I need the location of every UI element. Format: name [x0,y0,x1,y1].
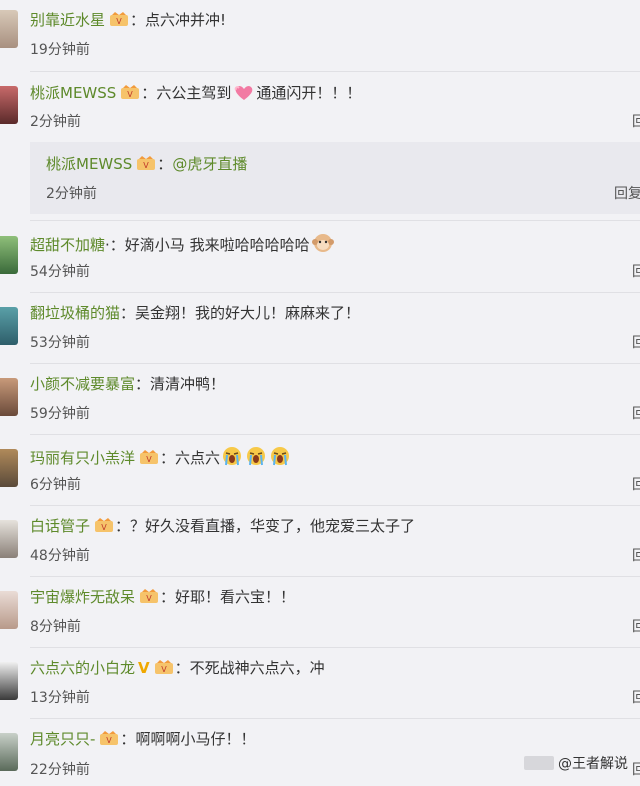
reply-button[interactable]: 回 [632,476,640,494]
avatar[interactable] [0,10,18,48]
member-badge-icon: V [109,11,129,27]
svg-text:V: V [101,523,107,532]
svg-text:V: V [107,736,113,745]
avatar[interactable] [0,662,18,700]
username[interactable]: 别靠近水星 [30,11,105,29]
timestamp: 53分钟前 [30,335,90,351]
comment-text: 吴金翔！我的好大儿！麻麻来了！ [135,304,361,322]
crying-emoji-icon [221,445,293,472]
comment-text: 清清冲鸭！ [150,375,226,393]
username[interactable]: 超甜不加糖 [30,236,105,254]
comment-1: 别靠近水星 V ：点六冲并冲! 19分钟前 [0,0,640,72]
comment-9: 六点六的小白龙 V V ：不死战神六点六，冲 13分钟前 回 [0,648,640,719]
avatar[interactable] [0,449,18,487]
reply-button[interactable]: 回 [632,547,640,565]
username[interactable]: 宇宙爆炸无敌呆 [30,588,135,606]
svg-text:V: V [146,594,152,603]
username[interactable]: 月亮只只- [30,730,95,748]
member-badge-icon: V [136,155,156,171]
comment-text: 不死战神六点六，冲 [189,659,325,677]
comment-3: 超甜不加糖·：好滴小马 我来啦哈哈哈哈哈 54分钟前 回 [0,222,640,293]
member-badge-icon: V [120,84,140,100]
timestamp: 2分钟前 [30,114,81,130]
reply-button[interactable]: 回 [632,689,640,707]
svg-text:V: V [128,90,134,99]
comment-8: 宇宙爆炸无敌呆 V ：好耶！看六宝！！ 8分钟前 回 [0,577,640,648]
avatar[interactable] [0,520,18,558]
reply-button[interactable]: 回 [632,263,640,281]
hearts-emoji-icon [232,82,256,107]
avatar[interactable] [0,307,18,345]
avatar[interactable] [0,378,18,416]
comment-text: 好滴小马 我来啦哈哈哈哈哈 [124,236,310,254]
watermark: @王者解说 [524,753,628,773]
avatar[interactable] [0,733,18,771]
timestamp: 2分钟前 [46,186,97,202]
comment-text: 六点六 [175,449,221,467]
timestamp: 13分钟前 [30,690,90,706]
avatar[interactable] [0,236,18,274]
svg-text:V: V [116,17,122,26]
verified-v-icon: V [138,659,150,677]
username[interactable]: 六点六的小白龙 [30,659,135,677]
monkey-emoji-icon [311,232,335,259]
timestamp: 19分钟前 [30,42,90,58]
comment-text: 六公主驾到 [156,84,232,102]
reply-button[interactable]: 回 [632,761,640,779]
comment-5: 小颜不减要暴富：清清冲鸭！ 59分钟前 回 [0,364,640,435]
avatar[interactable] [0,591,18,629]
timestamp: 6分钟前 [30,477,81,493]
comment-text: ？好久没看直播，华变了，他宠爱三太子了 [130,517,416,535]
reply-button[interactable]: 回 [632,618,640,636]
username[interactable]: 玛丽有只小羔洋 [30,449,135,467]
comment-7: 白话管子 V ：？好久没看直播，华变了，他宠爱三太子了 48分钟前 回 [0,506,640,577]
timestamp: 48分钟前 [30,548,90,564]
divider [30,220,640,221]
timestamp: 59分钟前 [30,406,90,422]
username[interactable]: 桃派MEWSS [30,84,116,102]
timestamp: 54分钟前 [30,264,90,280]
svg-text:V: V [161,665,167,674]
reply-button[interactable]: 回 [632,113,640,131]
blurred-logo-icon [524,756,554,770]
comment-text: 点六冲并冲! [145,11,227,29]
svg-text:V: V [144,161,150,170]
username[interactable]: 白话管子 [30,517,90,535]
member-badge-icon: V [139,588,159,604]
mention-link[interactable]: @虎牙直播 [172,155,247,173]
username[interactable]: 小颜不减要暴富 [30,375,135,393]
reply-thread: 桃派MEWSS V ：@虎牙直播 2分钟前 回复 [30,142,640,214]
reply-username[interactable]: 桃派MEWSS [46,155,132,173]
member-badge-icon: V [99,730,119,746]
svg-text:V: V [146,455,152,464]
reply-button[interactable]: 回复 [614,185,640,203]
comment-text: 好耶！看六宝！！ [175,588,296,606]
timestamp: 22分钟前 [30,762,90,778]
timestamp: 8分钟前 [30,619,81,635]
reply-button[interactable]: 回 [632,405,640,423]
member-badge-icon: V [139,449,159,465]
comment-text-2: 通通闪开！！！ [256,84,362,102]
comment-6: 玛丽有只小羔洋 V ：六点六 6分钟前 回 [0,435,640,506]
member-badge-icon: V [94,517,114,533]
username[interactable]: 翻垃圾桶的猫 [30,304,120,322]
avatar[interactable] [0,86,18,124]
reply-button[interactable]: 回 [632,334,640,352]
member-badge-icon: V [154,659,174,675]
comment-4: 翻垃圾桶的猫：吴金翔！我的好大儿！麻麻来了！ 53分钟前 回 [0,293,640,364]
comment-text: 啊啊啊小马仔！！ [135,730,256,748]
